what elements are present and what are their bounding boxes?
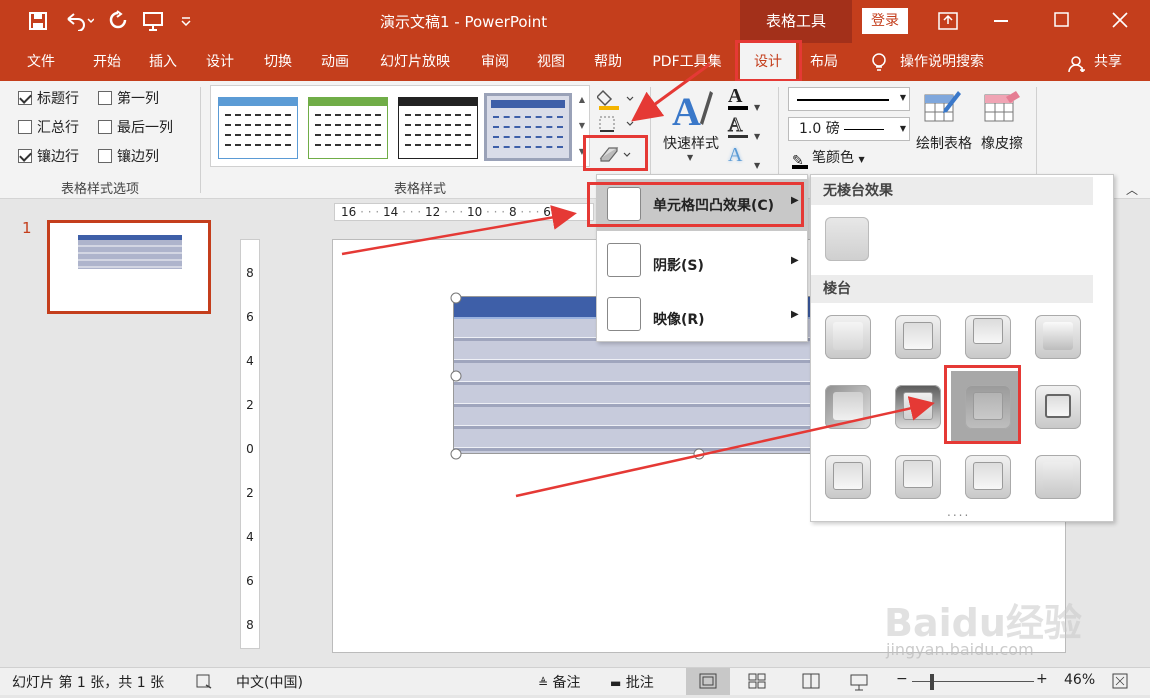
comments-button[interactable]: ▬ 批注	[610, 672, 654, 692]
zoom-out-button[interactable]: −	[896, 671, 908, 687]
slide-count: 幻灯片 第 1 张，共 1 张	[12, 675, 165, 691]
notes-button[interactable]: ≜ 备注	[538, 672, 581, 692]
accessibility-icon[interactable]	[195, 673, 213, 689]
watermark-brand: Baidu经验	[884, 601, 1082, 645]
annotation-arrows	[341, 62, 935, 498]
reading-view-icon[interactable]	[802, 673, 820, 689]
slide-sorter-icon[interactable]	[748, 673, 766, 689]
language-indicator[interactable]: 中文(中国)	[236, 672, 303, 692]
watermark-url: jingyan.baidu.com	[886, 640, 1034, 659]
fit-to-window-icon[interactable]	[1112, 673, 1128, 689]
zoom-level[interactable]: 46%	[1064, 672, 1095, 688]
zoom-in-button[interactable]: +	[1036, 671, 1048, 687]
slideshow-icon[interactable]	[850, 673, 868, 691]
normal-view-button[interactable]	[686, 668, 730, 695]
status-bar: 幻灯片 第 1 张，共 1 张 中文(中国) ≜ 备注 ▬ 批注 − + 46%	[0, 667, 1150, 695]
zoom-slider-thumb[interactable]	[930, 674, 934, 690]
